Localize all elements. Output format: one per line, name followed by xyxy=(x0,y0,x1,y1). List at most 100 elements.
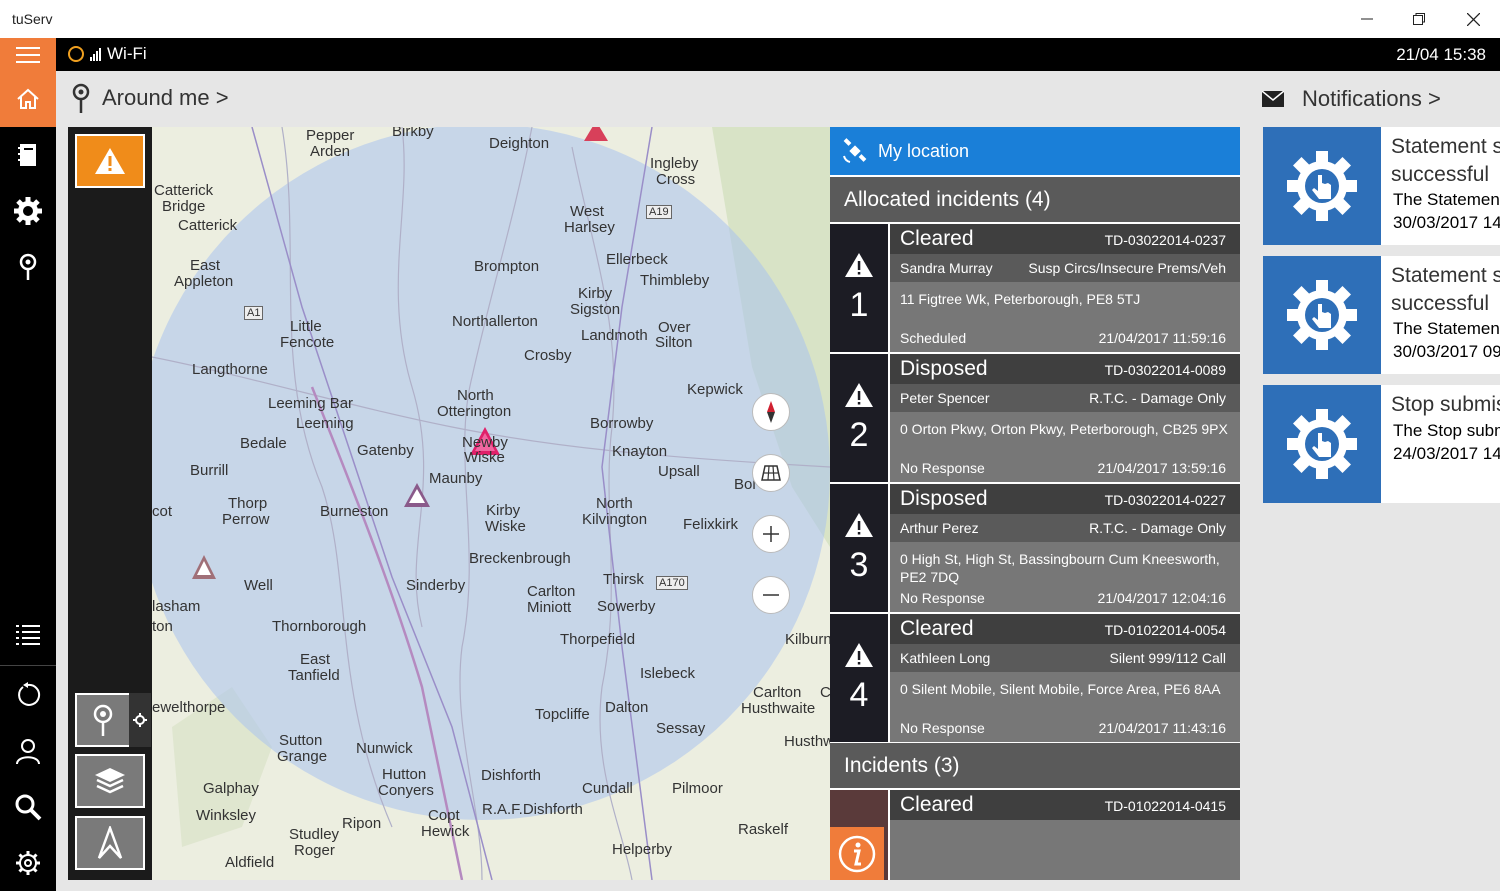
map-label: Wiske xyxy=(464,449,505,466)
incident-person: Arthur Perez xyxy=(900,520,979,536)
map-label: lasham xyxy=(152,598,201,615)
notification-card[interactable]: Statement su successful The Statemen 30/… xyxy=(1263,256,1500,374)
map-label: Dishforth xyxy=(481,767,542,784)
map-label: Kirby xyxy=(486,502,521,519)
incident-marker[interactable] xyxy=(192,555,216,579)
incident-id: TD-01022014-0054 xyxy=(1104,622,1226,638)
incident-details: Disposed TD-03022014-0227 Arthur Perez R.T… xyxy=(890,484,1240,612)
incident-marker[interactable] xyxy=(404,483,430,507)
incidents-panel: My location Allocated incidents (4) 1 Cl… xyxy=(830,127,1240,880)
map-label: Birkby xyxy=(392,127,434,140)
nav-search[interactable] xyxy=(0,779,56,835)
map-label: Kirby xyxy=(578,285,613,302)
map-label: Studley xyxy=(289,826,340,843)
map-label: ewelthorpe xyxy=(152,699,226,716)
notifications-link[interactable]: Notifications > xyxy=(1262,86,1441,112)
incident-id: TD-03022014-0089 xyxy=(1104,362,1226,378)
map-label: Kilvington xyxy=(582,511,648,528)
incident-card[interactable]: 1 Cleared TD-03022014-0237 Sandra Murray S… xyxy=(830,224,1240,352)
notification-card[interactable]: Statement su successful The Statemen 30/… xyxy=(1263,127,1500,245)
navigate-button[interactable] xyxy=(75,816,145,870)
nav-notebook[interactable] xyxy=(0,127,56,183)
nav-refresh[interactable] xyxy=(0,667,56,723)
notification-card[interactable]: Stop submis The Stop subm 24/03/2017 14 xyxy=(1263,385,1500,503)
map-label: Sinderby xyxy=(406,577,466,594)
map-label: Well xyxy=(244,577,273,594)
nav-profile[interactable] xyxy=(0,723,56,779)
incident-number-tile: 2 xyxy=(830,354,888,482)
map-label: North xyxy=(596,495,633,512)
map-pin-icon xyxy=(93,704,113,736)
zoom-in-button[interactable] xyxy=(752,515,790,553)
plus-icon xyxy=(763,526,779,542)
my-location-button[interactable]: My location xyxy=(830,127,1240,175)
map-label: Silton xyxy=(655,334,693,351)
incident-card[interactable]: 3 Disposed TD-03022014-0227 Arthur Perez R… xyxy=(830,484,1240,612)
notification-tile xyxy=(1263,385,1381,503)
locate-pin-button[interactable] xyxy=(75,693,131,747)
info-button[interactable] xyxy=(830,827,884,880)
map-label: Ripon xyxy=(342,815,382,832)
minimize-button[interactable] xyxy=(1342,0,1392,38)
road-shield: A19 xyxy=(646,205,672,219)
pin-settings-button[interactable] xyxy=(129,693,151,747)
map-label: Gatenby xyxy=(357,442,414,459)
alert-button[interactable] xyxy=(75,134,145,188)
notification-date: 30/03/2017 14 xyxy=(1393,213,1500,232)
zoom-out-button[interactable] xyxy=(752,576,790,614)
incident-number: 1 xyxy=(849,285,869,324)
map-label: Dalton xyxy=(605,699,649,716)
map-label: Hutton xyxy=(382,766,427,783)
map-label: Harlsey xyxy=(564,219,615,236)
notebook-icon xyxy=(18,144,36,166)
incident-card[interactable]: Cleared TD-01022014-0415 xyxy=(830,790,1240,880)
incident-card[interactable]: 4 Cleared TD-01022014-0054 Kathleen Long S… xyxy=(830,614,1240,742)
map-3d-button[interactable] xyxy=(752,454,790,492)
info-icon xyxy=(838,835,876,872)
maximize-button[interactable] xyxy=(1394,0,1444,38)
incident-number: 3 xyxy=(849,545,869,584)
compass-button[interactable] xyxy=(752,393,790,431)
layers-button[interactable] xyxy=(75,754,145,808)
allocated-incidents-header[interactable]: Allocated incidents (4) xyxy=(830,177,1240,222)
navigation-arrow-icon xyxy=(97,826,123,859)
incident-id: TD-01022014-0415 xyxy=(1104,798,1226,814)
nav-home[interactable] xyxy=(0,71,56,127)
map-label: Knayton xyxy=(612,443,668,460)
map-label: Cundall xyxy=(582,780,633,797)
map-label: Wiske xyxy=(485,518,526,535)
incident-details: Cleared TD-03022014-0237 Sandra Murray Sus… xyxy=(890,224,1240,352)
incident-response: No Response xyxy=(900,720,985,736)
close-button[interactable] xyxy=(1448,0,1498,38)
map-label: Brompton xyxy=(474,258,540,275)
map-label: Husthwaite xyxy=(741,700,816,717)
map-label: Galphay xyxy=(203,780,259,797)
map-label: Landmoth xyxy=(581,327,648,344)
incident-card[interactable]: 2 Disposed TD-03022014-0089 Peter Spencer… xyxy=(830,354,1240,482)
incident-type: Susp Circs/Insecure Prems/Veh xyxy=(1028,260,1226,276)
map-label: Hewick xyxy=(421,823,470,840)
notification-tile xyxy=(1263,127,1381,245)
map-label: Pilmoor xyxy=(672,780,723,797)
status-bar: Wi-Fi 21/04 15:38 xyxy=(0,38,1500,71)
nav-list[interactable] xyxy=(0,607,56,663)
map-label: Langthorne xyxy=(192,361,268,378)
nav-location[interactable] xyxy=(0,239,56,295)
incident-number-tile: 1 xyxy=(830,224,888,352)
incidents-header[interactable]: Incidents (3) xyxy=(830,743,1240,788)
map-label: Tanfield xyxy=(288,667,340,684)
around-me-link[interactable]: Around me > xyxy=(70,82,229,114)
map-view[interactable]: Pepper Arden Birkby Deighton Ingleby Cro… xyxy=(152,127,830,880)
map-label: Pepper xyxy=(306,127,355,144)
map-label: Thornborough xyxy=(272,618,367,635)
nav-forms[interactable] xyxy=(0,183,56,239)
map-pin-icon xyxy=(72,83,90,113)
incident-details: Cleared TD-01022014-0415 xyxy=(890,790,1240,880)
map-label: Nunwick xyxy=(356,740,413,757)
nav-divider xyxy=(0,665,56,666)
gear-hand-icon xyxy=(14,197,42,225)
nav-settings[interactable] xyxy=(0,835,56,891)
incident-marker[interactable] xyxy=(584,127,608,141)
incident-status: Disposed xyxy=(900,487,988,510)
hamburger-menu-button[interactable] xyxy=(0,38,56,71)
